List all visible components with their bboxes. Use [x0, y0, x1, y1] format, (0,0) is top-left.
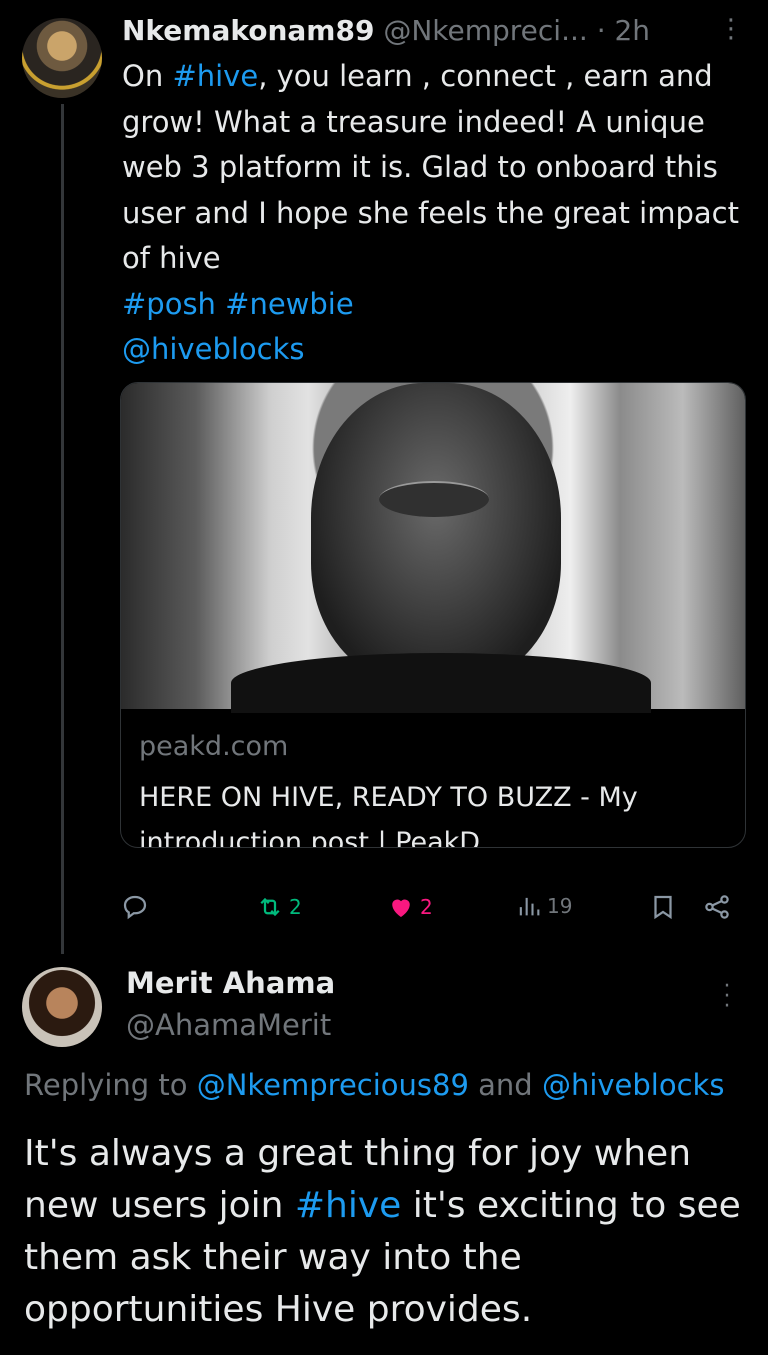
- share-icon: [705, 895, 729, 919]
- card-domain: peakd.com: [139, 731, 289, 762]
- hashtags-link[interactable]: #posh #newbie: [122, 282, 752, 328]
- retweet-button[interactable]: 2: [255, 892, 302, 922]
- reply-author-name[interactable]: Merit Ahama: [126, 966, 335, 1000]
- reply-button[interactable]: [120, 892, 150, 922]
- card-image: [121, 383, 745, 713]
- heart-icon: [392, 899, 410, 917]
- hashtag-link[interactable]: #hive: [295, 1185, 401, 1226]
- reply-icon: [123, 895, 147, 920]
- views-count: 19: [547, 894, 573, 918]
- tweet-text-prefix: On: [122, 59, 173, 93]
- thread-line: [61, 104, 64, 954]
- reply-text: It's always a great thing for joy when n…: [24, 1128, 754, 1336]
- hashtag-link[interactable]: #hive: [172, 59, 258, 93]
- mention-link[interactable]: @hiveblocks: [122, 327, 752, 373]
- like-count: 2: [420, 895, 433, 919]
- author-name[interactable]: Nkemakonam89: [122, 14, 374, 47]
- views-button[interactable]: 19: [515, 892, 572, 920]
- mention-link[interactable]: @hiveblocks: [542, 1068, 725, 1102]
- reply-author-avatar[interactable]: [22, 967, 102, 1047]
- replying-and: and: [468, 1068, 542, 1102]
- author-handle[interactable]: @Nkempreci...: [383, 14, 587, 47]
- tweet-header: Nkemakonam89 @Nkempreci... · 2h: [122, 14, 650, 47]
- tweet-time[interactable]: · 2h: [597, 14, 650, 47]
- replying-to: Replying to @Nkemprecious89 and @hiveblo…: [24, 1068, 724, 1102]
- author-avatar[interactable]: [22, 18, 102, 98]
- card-title: HERE ON HIVE, READY TO BUZZ - My introdu…: [139, 782, 638, 848]
- tweet-text: On #hive, you learn , connect , earn and…: [122, 54, 752, 373]
- like-button[interactable]: 2: [386, 892, 433, 922]
- more-icon[interactable]: · · ·: [717, 976, 737, 1018]
- bookmark-icon: [654, 895, 672, 920]
- share-button[interactable]: [702, 892, 732, 922]
- tweet-actions: 2 2 19: [120, 892, 750, 932]
- link-card[interactable]: peakd.com HERE ON HIVE, READY TO BUZZ - …: [120, 382, 746, 848]
- replying-label: Replying to: [24, 1068, 197, 1102]
- retweet-icon: [260, 897, 280, 917]
- views-icon: [519, 897, 540, 916]
- reply-author-handle[interactable]: @AhamaMerit: [126, 1008, 331, 1042]
- more-icon[interactable]: ⋮: [718, 14, 744, 44]
- retweet-count: 2: [289, 895, 302, 919]
- mention-link[interactable]: @Nkemprecious89: [197, 1068, 469, 1102]
- bookmark-button[interactable]: [648, 892, 678, 922]
